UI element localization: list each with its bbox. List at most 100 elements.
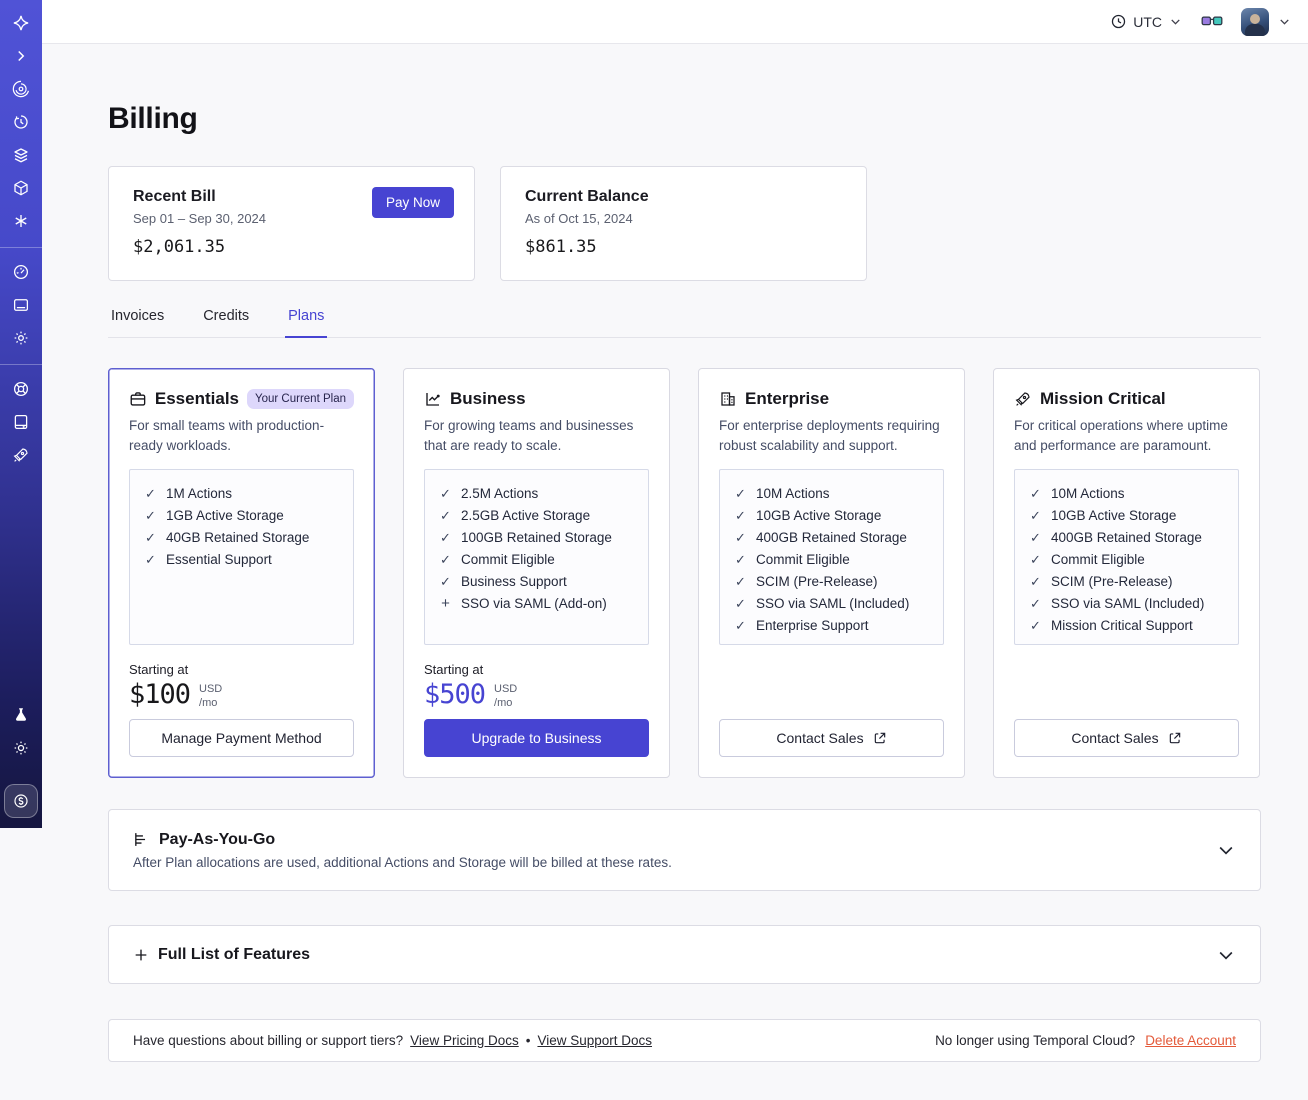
billing-icon[interactable] xyxy=(12,296,30,314)
feature-label: 40GB Retained Storage xyxy=(166,530,310,545)
footer-bar: Have questions about billing or support … xyxy=(108,1019,1261,1062)
plan-feature: + SSO via SAML (Add-on) xyxy=(439,593,634,615)
price-currency: USD xyxy=(199,683,223,695)
billing-summary-row: Recent Bill Sep 01 – Sep 30, 2024 $2,061… xyxy=(108,166,1261,281)
chevron-right-icon[interactable] xyxy=(12,47,30,65)
tab-credits[interactable]: Credits xyxy=(200,308,252,337)
full-features-accordion[interactable]: Full List of Features xyxy=(108,925,1261,984)
deployments-icon[interactable] xyxy=(12,179,30,197)
price-period: /mo xyxy=(199,697,218,709)
plan-feature: ✓ 40GB Retained Storage xyxy=(144,527,339,549)
check-icon: ✓ xyxy=(735,552,746,567)
check-icon: ✓ xyxy=(1030,618,1041,633)
feature-label: 100GB Retained Storage xyxy=(461,530,612,545)
plan-feature: ✓ SSO via SAML (Included) xyxy=(1029,593,1224,615)
feature-label: 1GB Active Storage xyxy=(166,508,284,523)
billing-tabs: Invoices Credits Plans xyxy=(108,308,1261,338)
plan-description: For enterprise deployments requiring rob… xyxy=(719,418,940,453)
schedules-icon[interactable] xyxy=(12,113,30,131)
plan-card-mission-critical: Mission Critical For critical operations… xyxy=(993,368,1260,778)
plan-description: For growing teams and businesses that ar… xyxy=(424,418,634,453)
plan-feature: ✓ Enterprise Support xyxy=(734,615,929,637)
getting-started-icon[interactable] xyxy=(12,446,30,464)
namespaces-icon[interactable] xyxy=(12,80,30,98)
upgrade-business-button[interactable]: Upgrade to Business xyxy=(424,719,649,757)
sidebar-divider xyxy=(0,364,42,365)
feature-label: Mission Critical Support xyxy=(1051,618,1193,633)
temporal-logo-icon[interactable] xyxy=(12,14,30,32)
plan-price: $100 xyxy=(129,679,191,710)
billing-active-item[interactable] xyxy=(4,784,38,818)
current-balance-amount: $861.35 xyxy=(525,237,597,257)
plan-feature: ✓ Commit Eligible xyxy=(1029,549,1224,571)
check-icon: ✓ xyxy=(440,508,451,523)
plan-feature: ✓ 400GB Retained Storage xyxy=(1029,527,1224,549)
plan-feature-list: ✓ 1M Actions ✓ 1GB Active Storage ✓ 40GB Reta… xyxy=(129,469,354,645)
check-icon: ✓ xyxy=(1030,530,1041,545)
price-period: /mo xyxy=(494,697,513,709)
plan-card-enterprise: Enterprise For enterprise deployments re… xyxy=(698,368,965,778)
glasses-icon[interactable] xyxy=(1201,14,1223,30)
contact-sales-button[interactable]: Contact Sales xyxy=(719,719,944,757)
check-icon: ✓ xyxy=(440,486,451,501)
clock-icon xyxy=(1110,13,1127,30)
docs-icon[interactable] xyxy=(12,413,30,431)
feature-label: SSO via SAML (Included) xyxy=(756,596,910,611)
timezone-selector[interactable]: UTC xyxy=(1110,13,1183,30)
plan-card-business: Business For growing teams and businesse… xyxy=(403,368,670,778)
account-menu[interactable] xyxy=(1241,7,1292,36)
starting-at-label: Starting at xyxy=(129,662,189,677)
feature-label: 10M Actions xyxy=(1051,486,1125,501)
labs-icon[interactable] xyxy=(12,706,30,724)
feature-label: 10M Actions xyxy=(756,486,830,501)
plan-feature: ✓ Commit Eligible xyxy=(734,549,929,571)
cta-label: Upgrade to Business xyxy=(471,730,602,746)
support-icon[interactable] xyxy=(12,380,30,398)
footer-question: Have questions about billing or support … xyxy=(133,1033,404,1048)
feature-label: 2.5GB Active Storage xyxy=(461,508,591,523)
plan-feature: ✓ 1GB Active Storage xyxy=(144,505,339,527)
nexus-icon[interactable] xyxy=(12,212,30,230)
check-icon: ✓ xyxy=(1030,486,1041,501)
feature-label: 10GB Active Storage xyxy=(1051,508,1177,523)
pricing-docs-link[interactable]: View Pricing Docs xyxy=(410,1033,519,1048)
check-icon: ✓ xyxy=(145,486,156,501)
recent-bill-amount: $2,061.35 xyxy=(133,237,226,257)
contact-sales-button[interactable]: Contact Sales xyxy=(1014,719,1239,757)
tab-invoices[interactable]: Invoices xyxy=(108,308,167,337)
plan-feature: ✓ 10M Actions xyxy=(1029,483,1224,505)
layers-icon[interactable] xyxy=(12,146,30,164)
check-icon: ✓ xyxy=(440,530,451,545)
feature-label: 2.5M Actions xyxy=(461,486,539,501)
support-docs-link[interactable]: View Support Docs xyxy=(537,1033,652,1048)
plan-card-essentials: Essentials Your Current Plan For small t… xyxy=(108,368,375,778)
tab-plans[interactable]: Plans xyxy=(285,308,328,338)
settings-icon[interactable] xyxy=(12,329,30,347)
current-balance-card: Current Balance As of Oct 15, 2024 $861.… xyxy=(500,166,867,281)
check-icon: ✓ xyxy=(1030,574,1041,589)
sidebar-bottom-group xyxy=(0,706,42,818)
payg-accordion[interactable]: Pay-As-You-Go After Plan allocations are… xyxy=(108,809,1261,891)
plus-icon xyxy=(133,947,149,963)
feature-label: 10GB Active Storage xyxy=(756,508,882,523)
plan-feature: ✓ Essential Support xyxy=(144,549,339,571)
plan-feature-list: ✓ 2.5M Actions ✓ 2.5GB Active Storage ✓ 100GB… xyxy=(424,469,649,645)
plan-description: For small teams with production-ready wo… xyxy=(129,418,325,453)
plan-feature: ✓ Business Support xyxy=(439,571,634,593)
usage-icon[interactable] xyxy=(12,263,30,281)
plan-name: Business xyxy=(450,389,526,408)
plan-name: Essentials xyxy=(154,389,239,408)
check-icon: ✓ xyxy=(1030,596,1041,611)
plan-feature: ✓ 2.5GB Active Storage xyxy=(439,505,634,527)
delete-account-link[interactable]: Delete Account xyxy=(1145,1033,1236,1048)
cta-label: Contact Sales xyxy=(1071,730,1159,746)
theme-icon[interactable] xyxy=(12,739,30,757)
pay-now-button[interactable]: Pay Now xyxy=(371,187,454,218)
check-icon: ✓ xyxy=(440,552,451,567)
plan-name: Mission Critical xyxy=(1040,389,1166,408)
feature-label: 400GB Retained Storage xyxy=(1051,530,1202,545)
manage-payment-button[interactable]: Manage Payment Method xyxy=(129,719,354,757)
starting-at-label: Starting at xyxy=(424,662,484,677)
chevron-down-icon xyxy=(1216,840,1236,860)
full-features-title: Full List of Features xyxy=(158,945,311,963)
